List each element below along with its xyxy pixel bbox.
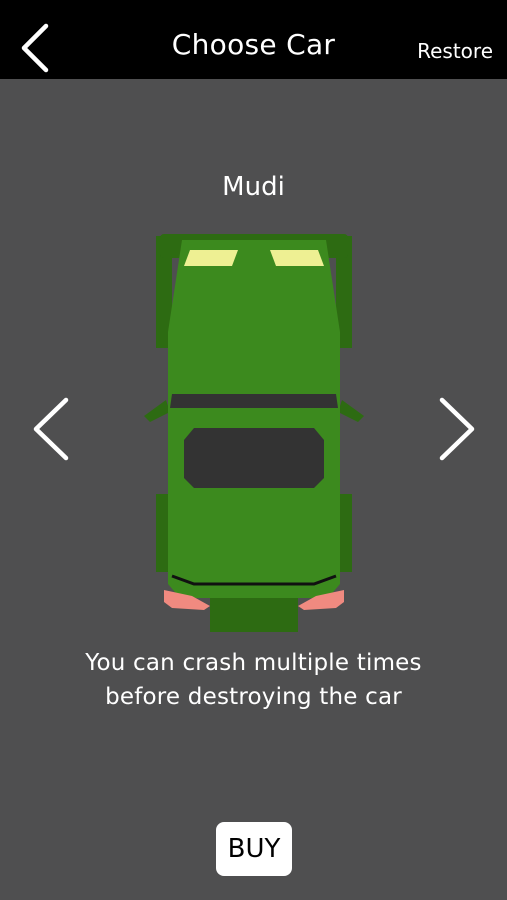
car-right-wheel-arch-rear	[338, 494, 352, 572]
car-description: You can crash multiple times before dest…	[0, 646, 507, 714]
car-description-line: before destroying the car	[105, 684, 402, 710]
car-left-wheel-arch-rear	[156, 494, 170, 572]
car-right-mirror	[338, 400, 364, 422]
car-windshield	[170, 394, 338, 408]
car-body	[168, 240, 340, 598]
car-headlight-left	[184, 250, 238, 266]
car-rear-bumper	[210, 594, 298, 632]
car-left-mirror	[144, 400, 170, 422]
restore-button[interactable]: Restore	[417, 39, 493, 63]
previous-car-button[interactable]	[28, 396, 74, 462]
top-bar: Choose Car Restore	[0, 0, 507, 79]
car-description-line: You can crash multiple times	[85, 650, 422, 676]
car-headlight-right	[270, 250, 324, 266]
next-car-button[interactable]	[434, 396, 480, 462]
car-image	[144, 234, 364, 632]
car-roof-window	[184, 428, 324, 488]
car-name: Mudi	[222, 172, 285, 202]
buy-button[interactable]: BUY	[216, 822, 292, 876]
